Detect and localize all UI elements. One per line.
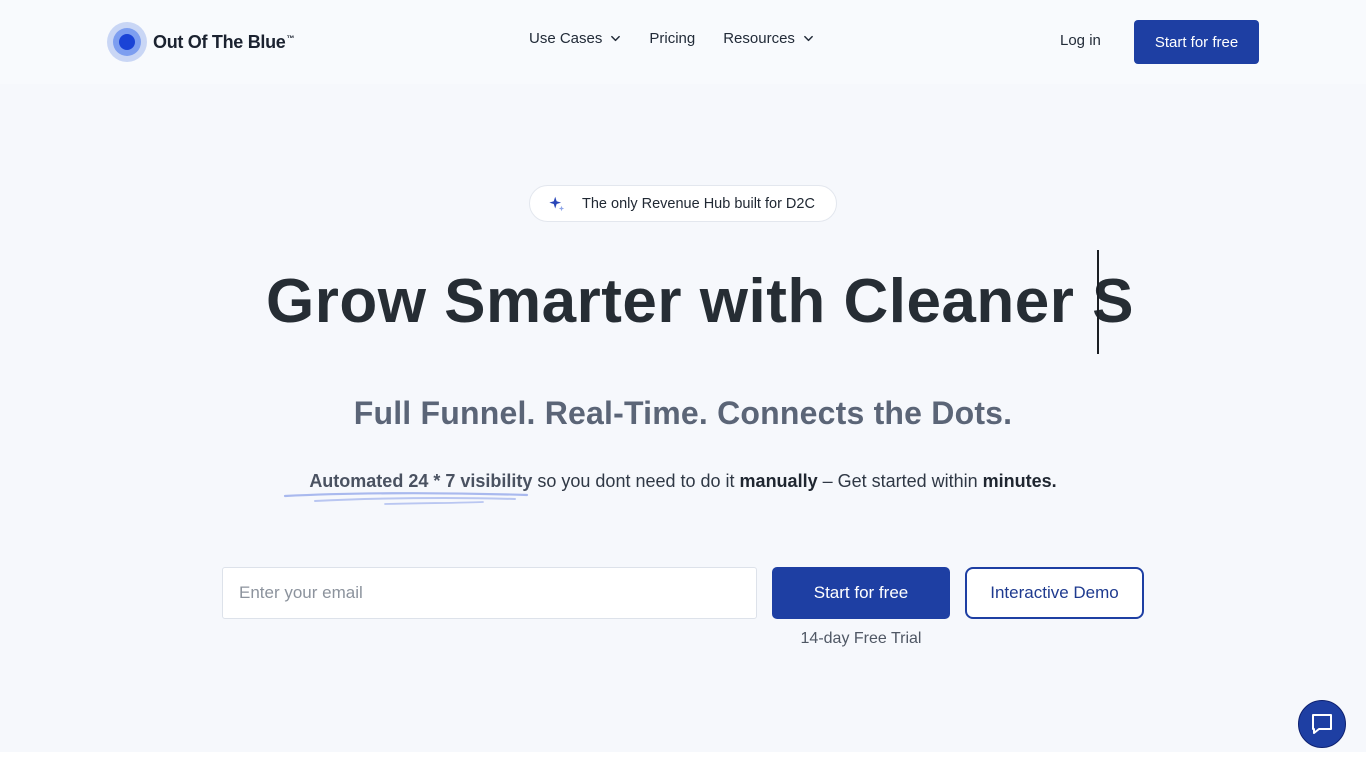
hero-tagline: Automated 24 * 7 visibility so you dont …	[309, 471, 1057, 491]
tagline-highlight: Automated 24 * 7 visibility	[309, 471, 533, 491]
chat-launcher-button[interactable]	[1298, 700, 1346, 748]
landing-page: Out Of The Blue™ Use Cases Pricing Resou…	[0, 0, 1366, 768]
chevron-down-icon	[611, 35, 621, 42]
chat-bubble-icon	[1312, 714, 1332, 734]
main-nav: Use Cases Pricing Resources	[529, 30, 814, 47]
nav-item-pricing[interactable]: Pricing	[649, 30, 695, 47]
badge-text: The only Revenue Hub built for D2C	[582, 195, 815, 212]
hero-headline: Grow Smarter with Cleaner S	[266, 267, 1134, 336]
brand-name: Out Of The Blue™	[153, 31, 295, 52]
sparkle-icon	[549, 196, 565, 211]
email-input[interactable]	[222, 567, 757, 619]
logo-circle-icon	[107, 22, 147, 62]
start-free-button[interactable]: Start for free	[772, 567, 950, 619]
nav-item-label: Pricing	[649, 30, 696, 47]
brand-logo[interactable]: Out Of The Blue™	[107, 22, 294, 62]
page-bottom-edge	[0, 752, 1366, 768]
site-header: Out Of The Blue™ Use Cases Pricing Resou…	[0, 0, 1366, 84]
chevron-down-icon	[804, 35, 813, 42]
hero-subheadline: Full Funnel. Real-Time. Connects the Dot…	[353, 395, 1013, 431]
nav-item-label: Resources	[723, 30, 795, 47]
free-trial-note: 14-day Free Trial	[800, 630, 922, 647]
nav-item-use-cases[interactable]: Use Cases	[529, 30, 621, 47]
nav-item-label: Use Cases	[529, 30, 603, 47]
nav-item-resources[interactable]: Resources	[723, 30, 814, 47]
hero-badge: The only Revenue Hub built for D2C	[529, 185, 837, 222]
typing-caret	[1097, 250, 1099, 354]
highlight-underline-icon	[283, 492, 529, 505]
interactive-demo-button[interactable]: Interactive Demo	[965, 567, 1144, 619]
login-link[interactable]: Log in	[1060, 32, 1101, 49]
header-start-free-button[interactable]: Start for free	[1134, 20, 1259, 64]
